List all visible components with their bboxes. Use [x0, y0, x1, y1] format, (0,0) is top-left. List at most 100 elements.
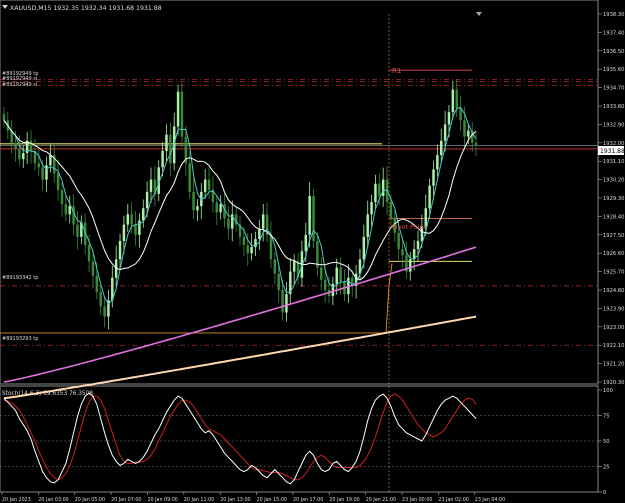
price-tick-label: 1920.30 [603, 380, 624, 386]
candle-body [2, 114, 6, 121]
time-tick-label: 20 Jan 11:00 [184, 497, 214, 503]
stoch-tick-label: 75 [603, 414, 610, 420]
candle-body [169, 134, 172, 164]
time-tick-label: 20 Jan 09:00 [147, 497, 177, 503]
candle-body [215, 202, 219, 213]
candle-body [285, 294, 288, 313]
candle-body [14, 142, 17, 149]
time-tick-label: 20 Jan 2023 [2, 497, 31, 503]
candle-body [401, 249, 404, 256]
time-axis: 20 Jan 2023 20 Jan 03:00 20 Jan 05:00 20 Ja… [1, 492, 505, 503]
candle-body [312, 195, 315, 241]
candle-body [60, 189, 64, 205]
candle-body [258, 228, 261, 239]
candle-body [436, 155, 439, 170]
price-axis: 1938.30 1937.40 1936.50 1935.60 1934.70 1933.… [598, 12, 624, 386]
price-tick-label: 1931.10 [603, 159, 624, 165]
candle-body [134, 224, 137, 235]
candle-body [447, 112, 451, 125]
candle-body [161, 150, 164, 168]
time-tick-label: 20 Jan 19:00 [329, 497, 359, 503]
candle-body [409, 259, 412, 272]
candle-body [56, 173, 60, 190]
candle-body [439, 140, 443, 156]
candle-body [397, 232, 400, 250]
price-tick-label: 1936.50 [603, 49, 624, 55]
price-tick-label: 1932.00 [603, 141, 624, 147]
time-tick-label: 23 Jan 00:00 [402, 497, 432, 503]
candle-body [370, 202, 373, 215]
candle-body [122, 224, 126, 241]
candle-body [138, 220, 141, 235]
candle-body [192, 191, 195, 211]
stoch-axis: 100 75 50 25 0 [598, 388, 613, 496]
price-tick-label: 1922.10 [603, 343, 624, 349]
stoch-tick-label: 100 [603, 388, 613, 394]
candle-body [49, 155, 52, 166]
candle-body [203, 179, 207, 192]
candle-body [246, 245, 249, 254]
candle-body [165, 134, 168, 151]
candle-body [320, 267, 323, 280]
time-tick-label: 20 Jan 21:00 [366, 497, 396, 503]
candle-body [95, 275, 99, 293]
pivot-label-r1: R1 [392, 67, 401, 75]
candle-body [308, 195, 311, 235]
candle-body [277, 273, 280, 290]
stoch-tick-label: 25 [603, 465, 610, 471]
time-tick-label: 20 Jan 13:00 [220, 497, 250, 503]
candle-body [37, 163, 41, 168]
candle-body [331, 283, 335, 297]
candle-body [381, 179, 385, 196]
candle-body [76, 224, 79, 237]
candle-body [87, 245, 91, 262]
price-tick-label: 1930.20 [603, 178, 624, 184]
candle-body [304, 234, 308, 252]
candle-body [145, 191, 149, 209]
candle-body [118, 240, 122, 260]
price-tick-label: 1935.60 [603, 67, 624, 73]
price-tick-label: 1925.70 [603, 270, 624, 276]
candle-body [250, 247, 253, 254]
trading-chart-window[interactable]: XAUUSD,M15 1932.35 1932.34 1931.68 1931.… [0, 0, 625, 503]
candle-body [64, 204, 68, 215]
time-tick-label: 20 Jan 15:00 [257, 497, 287, 503]
price-tick-label: 1923.90 [603, 306, 624, 312]
candle-body [463, 120, 466, 137]
current-price-tag: 1931.88 [600, 148, 625, 155]
candle-body [428, 185, 431, 209]
candle-body [188, 163, 191, 192]
candle-body [273, 259, 277, 274]
price-tick-label: 1927.50 [603, 233, 624, 239]
candle-body [451, 89, 455, 113]
time-tick-label: 20 Jan 05:00 [75, 497, 105, 503]
candle-body [366, 214, 369, 237]
candle-body [142, 208, 145, 221]
price-tick-label: 1923.00 [603, 325, 624, 331]
candle-body [130, 214, 133, 225]
candle-body [29, 140, 33, 151]
stoch-tick-label: 50 [603, 439, 610, 445]
candle-body [443, 124, 447, 141]
price-tick-label: 1928.40 [603, 214, 624, 220]
candle-body [378, 183, 381, 196]
candle-body [126, 214, 130, 225]
symbol-header: XAUUSD,M15 1932.35 1932.34 1931.68 1931.… [10, 5, 162, 12]
candle-body [323, 279, 327, 290]
price-tick-label: 1932.90 [603, 122, 624, 128]
candle-body [72, 206, 75, 225]
price-tick-label: 1921.20 [603, 362, 624, 368]
price-tick-label: 1934.70 [603, 86, 624, 92]
candle-body [242, 236, 246, 246]
candle-body [362, 236, 366, 260]
price-tick-label: 1929.30 [603, 196, 624, 202]
candle-body [374, 183, 377, 203]
candle-body [261, 214, 265, 229]
price-tick-label: 1933.80 [603, 104, 624, 110]
candle-body [149, 179, 153, 192]
time-tick-label: 20 Jan 07:00 [111, 497, 141, 503]
main-chart-area[interactable] [0, 0, 599, 385]
candle-body [176, 91, 180, 127]
order-label-tp-3: #89193293 tp [2, 336, 38, 342]
candle-body [474, 142, 478, 146]
